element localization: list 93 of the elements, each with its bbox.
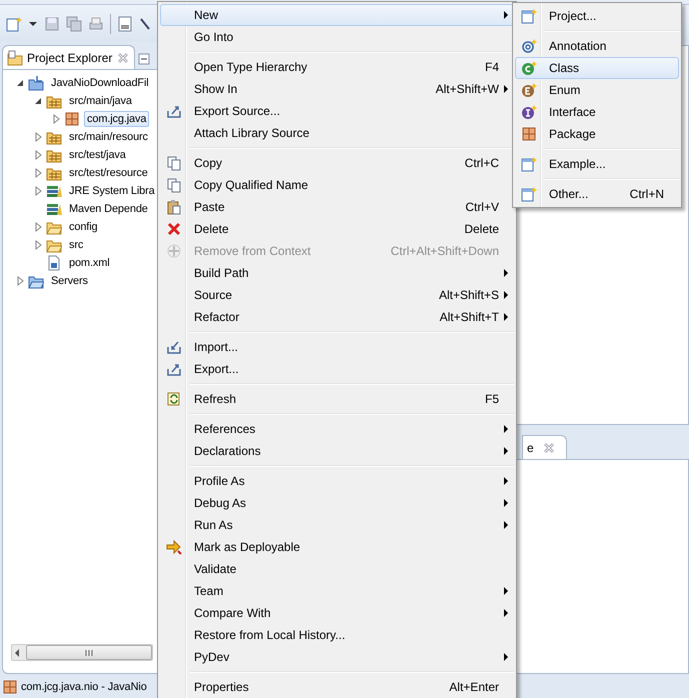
menu-item[interactable]: Debug As (160, 492, 514, 514)
menu-item[interactable]: Build Path (160, 262, 514, 284)
menu-item[interactable]: Show In Alt+Shift+W (160, 78, 514, 100)
menu-item[interactable]: Class (515, 57, 679, 79)
tree-toggle-icon[interactable] (51, 113, 61, 125)
menu-item[interactable]: Source Alt+Shift+S (160, 284, 514, 306)
menu-item[interactable]: New (160, 4, 514, 26)
tree-item[interactable]: src/main/java (66, 93, 135, 109)
package-icon (2, 679, 18, 695)
save-icon[interactable] (44, 16, 60, 32)
tree-toggle-icon[interactable] (33, 131, 43, 143)
print-icon[interactable] (88, 16, 104, 32)
library-icon (46, 201, 62, 217)
menu-item[interactable]: Project... (515, 5, 679, 27)
view-tab[interactable]: e (527, 440, 534, 454)
menu-item[interactable]: Copy Qualified Name (160, 174, 514, 196)
new-window-icon (521, 156, 537, 172)
tree-item[interactable]: JavaNioDownloadFil (48, 75, 152, 91)
project-folder-icon (28, 75, 44, 91)
tree-toggle-icon[interactable] (15, 275, 25, 287)
menu-item[interactable]: Run As (160, 514, 514, 536)
close-icon[interactable] (542, 440, 556, 454)
menu-item[interactable]: Refresh F5 (160, 388, 514, 410)
folder-icon (7, 50, 23, 66)
menu-item[interactable]: Copy Ctrl+C (160, 152, 514, 174)
menu-item[interactable]: References (160, 418, 514, 440)
grip-icon (84, 648, 94, 658)
tree-toggle-icon[interactable] (33, 221, 43, 233)
package-icon (64, 111, 80, 127)
delete-icon (166, 221, 182, 237)
menu-item[interactable]: Profile As (160, 470, 514, 492)
interface-icon (521, 104, 537, 120)
menu-item[interactable]: Team (160, 580, 514, 602)
copy-icon (166, 155, 182, 171)
tree-item[interactable]: src/test/java (66, 147, 129, 163)
menu-item[interactable]: PyDev (160, 646, 514, 668)
tree-item[interactable]: src/main/resourc (66, 129, 151, 145)
status-text: com.jcg.java.nio - JavaNio (21, 681, 147, 693)
arrow-icon (166, 539, 182, 555)
menu-item[interactable]: Declarations (160, 440, 514, 462)
enum-icon (521, 82, 537, 98)
package-icon (521, 126, 537, 142)
menu-item[interactable]: Go Into (160, 26, 514, 48)
save-all-icon[interactable] (66, 16, 82, 32)
tree-toggle-icon[interactable] (33, 239, 43, 251)
tree-toggle-icon[interactable] (33, 185, 43, 197)
tree-item[interactable]: src (66, 237, 86, 253)
minimize-icon[interactable] (138, 53, 150, 65)
tree-toggle-icon[interactable] (33, 149, 43, 161)
menu-item[interactable]: Interface (515, 101, 679, 123)
menu-item[interactable]: Import... (160, 336, 514, 358)
tree-item[interactable]: config (66, 219, 100, 235)
scrollbar-thumb[interactable] (26, 645, 152, 660)
menu-item[interactable]: Refactor Alt+Shift+T (160, 306, 514, 328)
new-icon[interactable] (6, 16, 22, 32)
menu-item[interactable]: Attach Library Source (160, 122, 514, 144)
class-icon (521, 60, 537, 76)
tree-item[interactable]: Servers (48, 273, 91, 289)
menu-item[interactable]: Enum (515, 79, 679, 101)
menu-item[interactable]: Other... Ctrl+N (515, 183, 679, 205)
import-icon (166, 339, 182, 355)
tree-toggle-icon[interactable] (33, 167, 43, 179)
menu-item[interactable]: Open Type Hierarchy F4 (160, 56, 514, 78)
refresh-icon (166, 391, 182, 407)
new-window-icon (521, 8, 537, 24)
tree-item[interactable]: com.jcg.java (84, 111, 150, 127)
at-sign-icon (521, 38, 537, 54)
horizontal-scrollbar[interactable] (11, 644, 153, 661)
menu-item[interactable]: Delete Delete (160, 218, 514, 240)
menu-item[interactable]: Export... (160, 358, 514, 380)
library-icon (46, 183, 62, 199)
menu-item[interactable]: Properties Alt+Enter (160, 676, 514, 698)
menu-item[interactable]: Export Source... (160, 100, 514, 122)
menu-item[interactable]: Restore from Local History... (160, 624, 514, 646)
menu-item[interactable]: Compare With (160, 602, 514, 624)
menu-item[interactable]: Example... (515, 153, 679, 175)
close-icon[interactable] (116, 50, 130, 64)
tree-item[interactable]: pom.xml (66, 255, 113, 271)
menu-item[interactable]: Package (515, 123, 679, 145)
new-window-icon (521, 186, 537, 202)
paste-icon (166, 199, 182, 215)
menu-item[interactable]: Validate (160, 558, 514, 580)
remove-icon (166, 243, 182, 259)
file-icon (46, 255, 62, 271)
tree-item[interactable]: src/test/resource (66, 165, 151, 181)
copy-icon (166, 177, 182, 193)
tree-item[interactable]: Maven Depende (66, 201, 151, 217)
menu-item[interactable]: Annotation (515, 35, 679, 57)
tree-item[interactable]: JRE System Libra (66, 183, 158, 199)
menu-item[interactable]: Mark as Deployable (160, 536, 514, 558)
binary-file-icon[interactable] (117, 16, 133, 32)
menu-item[interactable]: Paste Ctrl+V (160, 196, 514, 218)
tool-icon[interactable] (139, 16, 151, 32)
